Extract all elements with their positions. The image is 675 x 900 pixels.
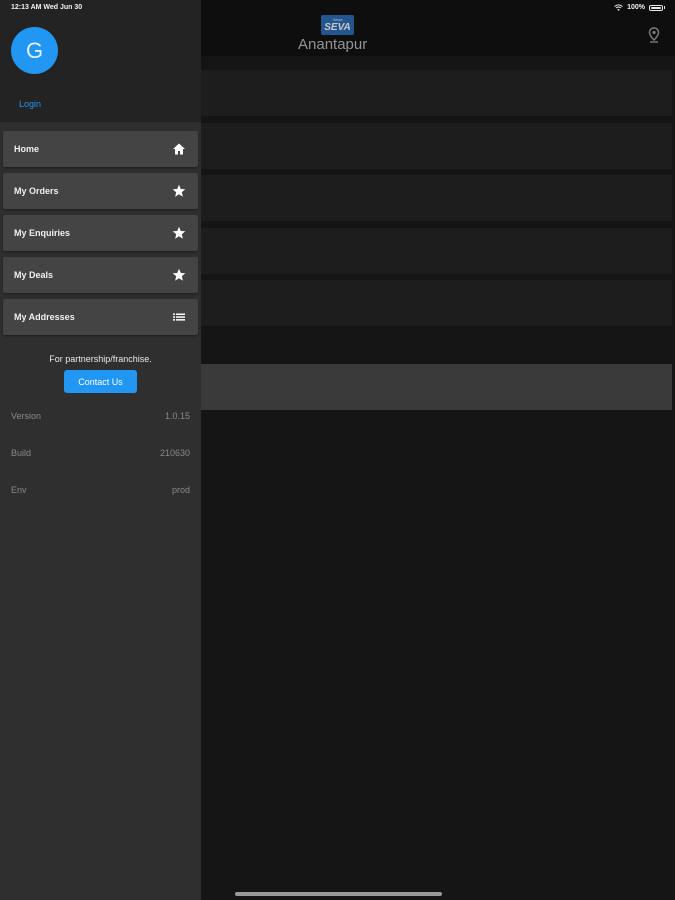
info-row-env: Env prod <box>11 485 190 495</box>
info-value: prod <box>171 485 190 495</box>
drawer-header: G Login <box>0 0 201 122</box>
menu-item-home[interactable]: Home <box>3 131 198 167</box>
partnership-text: For partnership/franchise. <box>49 354 152 364</box>
menu-item-label: My Enquiries <box>14 228 71 238</box>
menu-item-my-deals[interactable]: My Deals <box>3 257 198 293</box>
status-right: 100% <box>614 4 665 11</box>
menu-item-my-orders[interactable]: My Orders <box>3 173 198 209</box>
menu-item-label: Home <box>14 144 40 154</box>
list-icon <box>173 313 185 321</box>
navigation-drawer: G Login Home My Orders My Enquiries My D… <box>0 0 201 900</box>
menu-item-my-addresses[interactable]: My Addresses <box>3 299 198 335</box>
info-row-build: Build 210630 <box>11 448 190 458</box>
wifi-icon <box>614 4 623 11</box>
info-value: 210630 <box>159 448 190 458</box>
star-icon <box>172 268 186 281</box>
avatar[interactable]: G <box>11 27 58 74</box>
contact-us-button[interactable]: Contact Us <box>64 370 137 393</box>
info-label: Build <box>11 448 32 458</box>
star-icon <box>172 226 186 239</box>
battery-icon <box>649 4 663 11</box>
home-icon <box>173 143 185 155</box>
home-indicator[interactable] <box>235 892 442 896</box>
battery-percent: 100% <box>627 4 645 11</box>
status-time: 12:13 AM Wed Jun 30 <box>11 4 83 11</box>
info-value: 1.0.15 <box>164 411 190 421</box>
menu-item-label: My Orders <box>14 186 59 196</box>
menu-item-my-enquiries[interactable]: My Enquiries <box>3 215 198 251</box>
menu-item-label: My Deals <box>14 270 54 280</box>
battery-tip <box>664 6 665 9</box>
status-bar: 12:13 AM Wed Jun 30 100% <box>0 0 675 16</box>
star-icon <box>172 184 186 197</box>
login-link[interactable]: Login <box>19 99 41 109</box>
menu-item-label: My Addresses <box>14 312 75 322</box>
info-label: Version <box>11 411 42 421</box>
info-row-version: Version 1.0.15 <box>11 411 190 421</box>
info-label: Env <box>11 485 27 495</box>
